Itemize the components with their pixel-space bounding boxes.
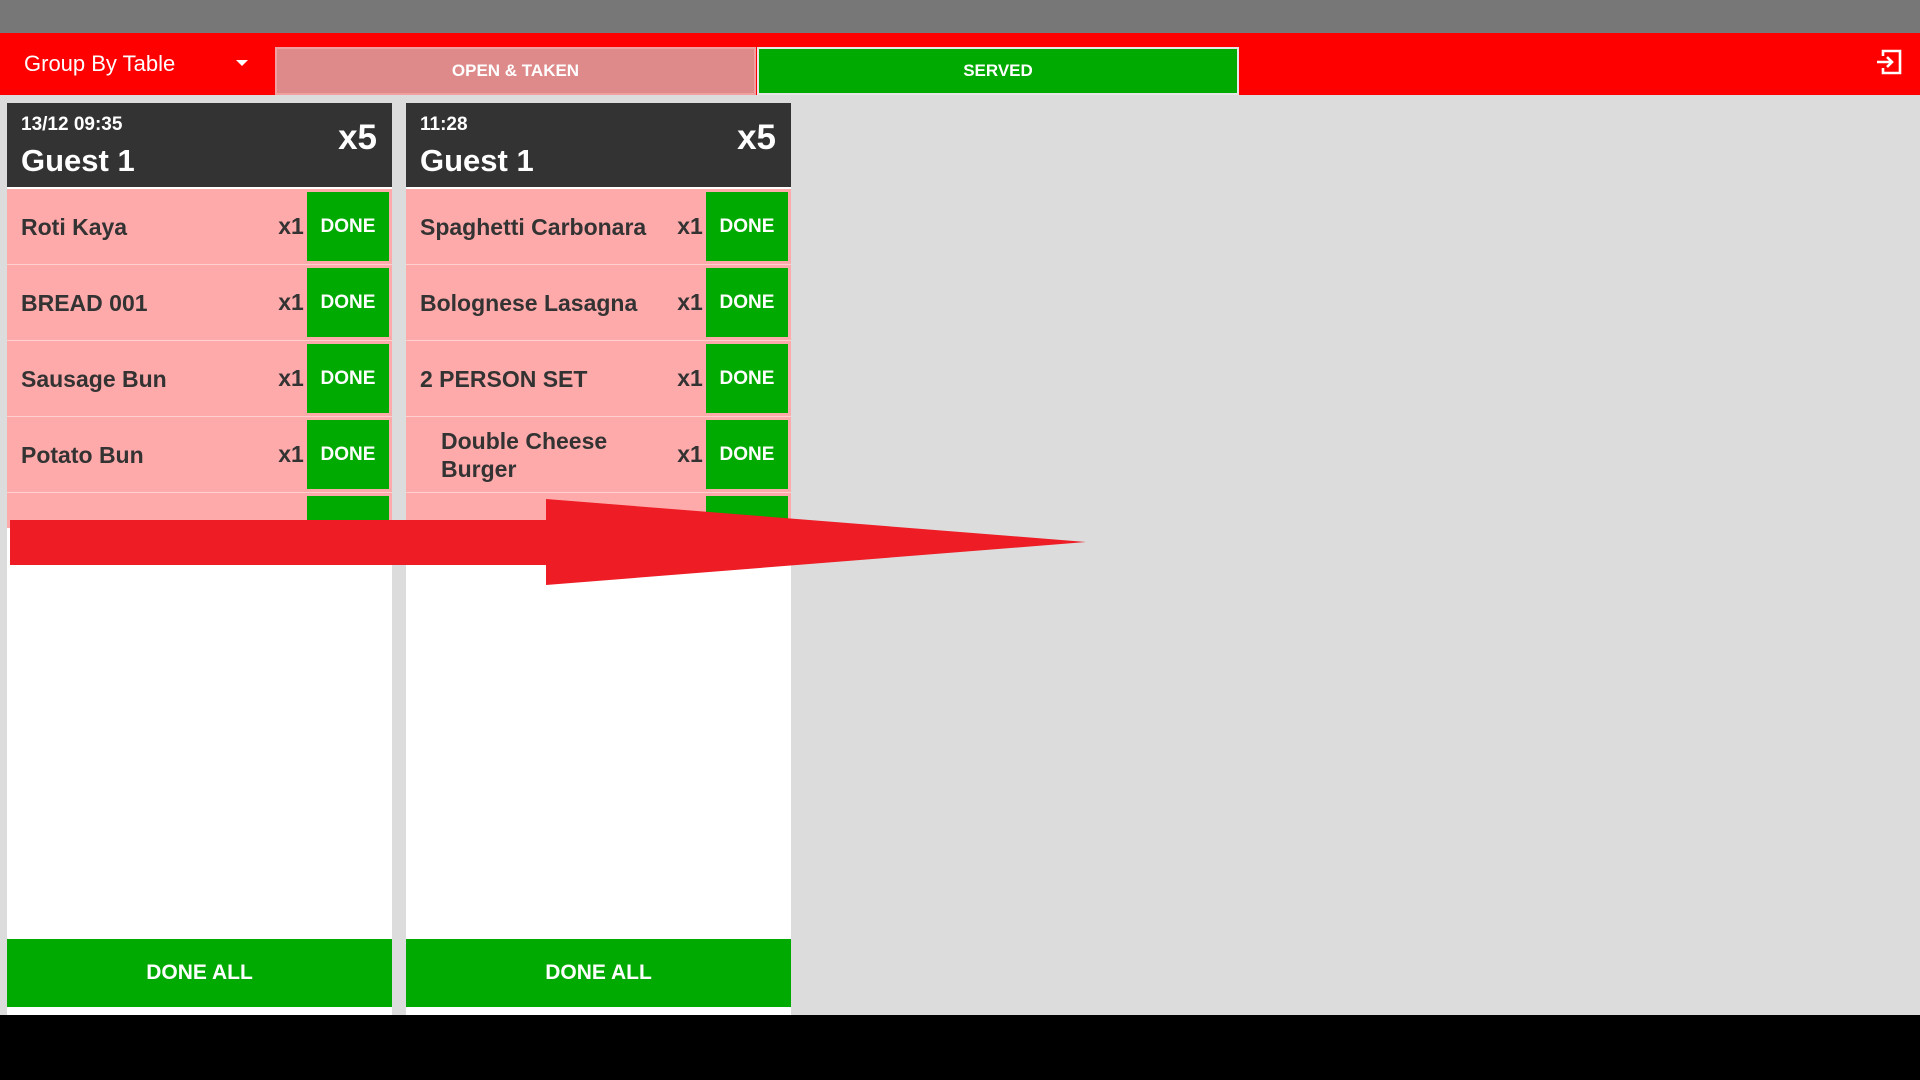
order-quantity: x5 (338, 118, 377, 157)
order-item: Coca Cola x1 DONE (406, 493, 791, 528)
order-item: Potato Bun x1 DONE (7, 417, 392, 493)
item-done-button[interactable]: DONE (307, 344, 389, 413)
item-name: Sausage Bun (21, 365, 167, 392)
tab-served[interactable]: SERVED (757, 47, 1239, 95)
order-guest: Guest 1 (21, 143, 135, 178)
bottom-bar (0, 1015, 1920, 1080)
item-name: Bolognese Lasagna (420, 289, 638, 316)
item-quantity: x1 (677, 441, 703, 467)
status-bar (0, 0, 1920, 33)
item-name: Roti Kaya (21, 213, 128, 240)
order-item: BREAD 001 x1 DONE (7, 265, 392, 341)
item-quantity: x1 (278, 441, 304, 467)
item-name: Chocolate Bun (21, 493, 271, 529)
item-quantity: x1 (670, 493, 710, 528)
item-quantity: x1 (677, 289, 703, 315)
item-name: Potato Bun (21, 441, 144, 468)
item-quantity: x1 (278, 289, 304, 315)
order-item: Roti Kaya x1 DONE (7, 189, 392, 265)
item-quantity: x1 (271, 493, 311, 528)
item-name: Coca Cola (441, 493, 656, 529)
orders-board: 13/12 09:35 Guest 1 x5 Roti Kaya x1 DONE… (0, 95, 1920, 1017)
order-items-list: Spaghetti Carbonara x1 DONE Bolognese La… (406, 189, 791, 528)
order-card-header: 13/12 09:35 Guest 1 x5 (7, 103, 392, 187)
done-all-button[interactable]: DONE ALL (406, 939, 791, 1007)
order-card-header: 11:28 Guest 1 x5 (406, 103, 791, 187)
order-item: Chocolate Bun x1 DONE (7, 493, 392, 528)
item-done-button[interactable]: DONE (706, 344, 788, 413)
group-by-dropdown[interactable]: Group By Table (0, 33, 272, 95)
order-card: 11:28 Guest 1 x5 Spaghetti Carbonara x1 … (406, 103, 791, 1017)
item-quantity: x1 (278, 365, 304, 391)
item-name: Double Cheese Burger (441, 427, 608, 482)
item-done-button[interactable]: DONE (307, 192, 389, 261)
item-name: 2 PERSON SET (420, 365, 588, 392)
order-item: Spaghetti Carbonara x1 DONE (406, 189, 791, 265)
caret-down-icon (236, 60, 248, 66)
item-done-button[interactable]: DONE (307, 496, 389, 528)
order-items-list: Roti Kaya x1 DONE BREAD 001 x1 DONE Saus… (7, 189, 392, 528)
order-item: 2 PERSON SET x1 DONE (406, 341, 791, 417)
item-name: BREAD 001 (21, 289, 148, 316)
order-quantity: x5 (737, 118, 776, 157)
item-quantity: x1 (677, 213, 703, 239)
item-done-button[interactable]: DONE (706, 420, 788, 489)
item-name: Spaghetti Carbonara (420, 213, 647, 240)
order-item: Double Cheese Burger x1 DONE (406, 417, 791, 493)
item-quantity: x1 (278, 213, 304, 239)
item-done-button[interactable]: DONE (706, 268, 788, 337)
order-item: Sausage Bun x1 DONE (7, 341, 392, 417)
order-card: 13/12 09:35 Guest 1 x5 Roti Kaya x1 DONE… (7, 103, 392, 1017)
item-quantity: x1 (677, 365, 703, 391)
order-time: 11:28 (420, 114, 468, 135)
order-item: Bolognese Lasagna x1 DONE (406, 265, 791, 341)
group-by-label: Group By Table (24, 51, 176, 76)
item-done-button[interactable]: DONE (706, 496, 788, 528)
top-bar: Group By Table OPEN & TAKEN SERVED (0, 33, 1920, 95)
item-done-button[interactable]: DONE (706, 192, 788, 261)
item-done-button[interactable]: DONE (307, 420, 389, 489)
order-time: 13/12 09:35 (21, 114, 123, 135)
tab-open-taken[interactable]: OPEN & TAKEN (275, 47, 756, 95)
order-guest: Guest 1 (420, 143, 534, 178)
item-done-button[interactable]: DONE (307, 268, 389, 337)
done-all-button[interactable]: DONE ALL (7, 939, 392, 1007)
logout-icon[interactable] (1874, 47, 1904, 77)
